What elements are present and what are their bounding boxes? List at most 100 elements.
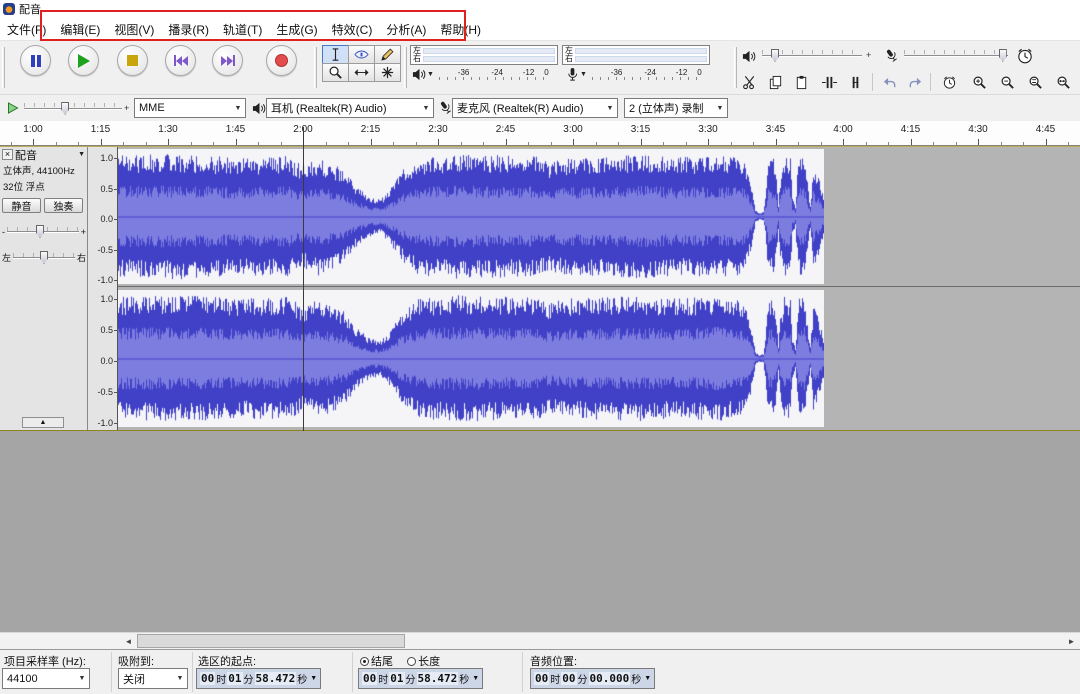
slider-thumb[interactable] — [998, 49, 1007, 62]
multi-tool-button[interactable] — [374, 63, 401, 82]
slider-thumb[interactable] — [771, 49, 779, 62]
undo-button[interactable] — [878, 71, 900, 93]
trim-audio-button[interactable] — [818, 71, 840, 93]
timeline-label: 1:30 — [158, 124, 178, 135]
channel-divider — [118, 286, 1080, 287]
cut-button[interactable] — [738, 71, 760, 93]
amp-label: 0.5 — [100, 183, 113, 194]
audio-host-select[interactable]: MME ▼ — [134, 98, 246, 118]
ruler-tick — [100, 139, 102, 145]
toolbar-grip[interactable] — [404, 47, 407, 88]
envelope-tool-button[interactable] — [348, 45, 375, 64]
amp-tick — [114, 299, 117, 300]
seconds-value[interactable]: 58.472 — [416, 672, 459, 685]
play-button[interactable] — [68, 45, 99, 76]
selection-tool-button[interactable] — [322, 45, 349, 64]
input-device-select[interactable]: 麦克风 (Realtek(R) Audio) ▼ — [452, 98, 618, 118]
end-radio[interactable] — [360, 657, 369, 666]
seconds-value[interactable]: 58.472 — [254, 672, 297, 685]
chevron-down-icon[interactable]: ▼ — [310, 675, 317, 682]
record-button[interactable] — [266, 45, 297, 76]
mic-icon[interactable] — [565, 67, 580, 82]
scrollbar-thumb[interactable] — [137, 634, 405, 648]
selection-end-time[interactable]: 00 时 01 分 58.472 秒 ▼ — [358, 668, 484, 689]
length-radio[interactable] — [407, 657, 417, 666]
end-radio-label[interactable]: 结尾 — [371, 656, 393, 668]
zoom-selection-button[interactable] — [1024, 71, 1046, 93]
hours-value[interactable]: 00 — [200, 672, 216, 685]
chevron-down-icon[interactable]: ▼ — [427, 71, 434, 78]
zoom-out-button[interactable] — [996, 71, 1018, 93]
track-collapse-button[interactable]: ▲ — [22, 417, 64, 428]
hours-value[interactable]: 00 — [534, 672, 550, 685]
silence-audio-button[interactable] — [844, 71, 866, 93]
stop-button[interactable] — [117, 45, 148, 76]
length-radio-label[interactable]: 长度 — [418, 656, 440, 668]
pause-button[interactable] — [20, 45, 51, 76]
audio-position-time[interactable]: 00 时 00 分 00.000 秒 ▼ — [530, 668, 656, 689]
mute-button[interactable]: 静音 — [2, 198, 41, 213]
clock-icon[interactable] — [1016, 47, 1034, 65]
zoom-tool-button[interactable] — [322, 63, 349, 82]
speaker-icon[interactable] — [412, 67, 427, 82]
toolbar-grip[interactable] — [314, 47, 317, 88]
chevron-down-icon[interactable]: ▼ — [580, 71, 587, 78]
seconds-value[interactable]: 00.000 — [588, 672, 631, 685]
minutes-value[interactable]: 00 — [561, 672, 577, 685]
input-channels-select[interactable]: 2 (立体声) 录制 ▼ — [624, 98, 728, 118]
snap-select[interactable]: 关闭 ▼ — [118, 668, 188, 689]
waveform-channel-right[interactable] — [118, 290, 824, 427]
device-toolbar: + MME ▼ 耳机 (Realtek(R) Audio) ▼ 麦克风 (Realt… — [0, 94, 1080, 121]
scroll-left-arrow[interactable]: ◄ — [120, 633, 137, 649]
skip-start-button[interactable] — [165, 45, 196, 76]
chevron-down-icon[interactable]: ▼ — [644, 675, 651, 682]
ruler-tick — [1000, 142, 1002, 145]
output-device-select[interactable]: 耳机 (Realtek(R) Audio) ▼ — [266, 98, 434, 118]
timeline-ruler[interactable]: 1:001:151:301:452:002:152:302:453:003:15… — [0, 121, 1080, 146]
zoom-fit-button[interactable] — [1052, 71, 1074, 93]
track-close-button[interactable]: × — [2, 149, 13, 160]
horizontal-scrollbar[interactable]: ◄ ► — [0, 632, 1080, 649]
redo-button[interactable] — [904, 71, 926, 93]
slider-thumb[interactable] — [40, 251, 48, 264]
minutes-value[interactable]: 01 — [389, 672, 405, 685]
chevron-down-icon[interactable]: ▼ — [78, 151, 85, 158]
clock-icon — [943, 76, 955, 89]
slider-thumb[interactable] — [61, 102, 70, 115]
paste-button[interactable] — [790, 71, 812, 93]
recording-volume-slider[interactable] — [904, 49, 1008, 63]
gain-slider[interactable]: - + — [2, 225, 86, 238]
selection-start-time[interactable]: 00 时 01 分 58.472 秒 ▼ — [196, 668, 322, 689]
copy-button[interactable] — [764, 71, 786, 93]
scroll-right-arrow[interactable]: ► — [1063, 633, 1080, 649]
draw-tool-button[interactable] — [374, 45, 401, 64]
track-name[interactable]: 配音 — [15, 147, 76, 163]
zoom-out-icon — [1001, 76, 1014, 89]
project-rate-select[interactable]: 44100 ▼ — [2, 668, 90, 689]
ruler-tick — [1023, 142, 1024, 145]
skip-end-button[interactable] — [212, 45, 243, 76]
zoom-in-button[interactable] — [968, 71, 990, 93]
playback-volume-slider[interactable] — [762, 49, 862, 63]
pan-slider[interactable]: 左 右 — [2, 251, 86, 264]
minutes-value[interactable]: 01 — [227, 672, 243, 685]
chevron-down-icon[interactable]: ▼ — [472, 675, 479, 682]
amp-tick — [114, 423, 117, 424]
solo-button[interactable]: 独奏 — [44, 198, 83, 213]
slider-thumb[interactable] — [35, 225, 44, 238]
toolbar-grip[interactable] — [2, 47, 5, 88]
audacity-window: 配音 文件(F) 编辑(E) 视图(V) 播录(R) 轨道(T) 生成(G) 特… — [0, 0, 1080, 694]
amp-label: 0.5 — [100, 325, 113, 335]
hours-value[interactable]: 00 — [362, 672, 378, 685]
vertical-scale-ruler[interactable]: 1.0 0.5 0.0 -0.5 -1.0 1.0 0.5 0.0 -0.5 -1.0 — [88, 147, 118, 430]
ruler-tick — [325, 142, 327, 145]
recording-meter[interactable]: 左右 — [562, 45, 710, 65]
play-speed-slider[interactable] — [24, 102, 122, 116]
playback-meter[interactable]: 左右 — [410, 45, 558, 65]
timeline-label: 3:30 — [698, 124, 718, 135]
timeshift-tool-button[interactable] — [348, 63, 375, 82]
sync-lock-button[interactable] — [938, 71, 960, 93]
toolbar-grip[interactable] — [734, 47, 737, 88]
waveform-channel-left[interactable] — [118, 149, 824, 284]
play-at-speed-button[interactable] — [2, 97, 24, 119]
